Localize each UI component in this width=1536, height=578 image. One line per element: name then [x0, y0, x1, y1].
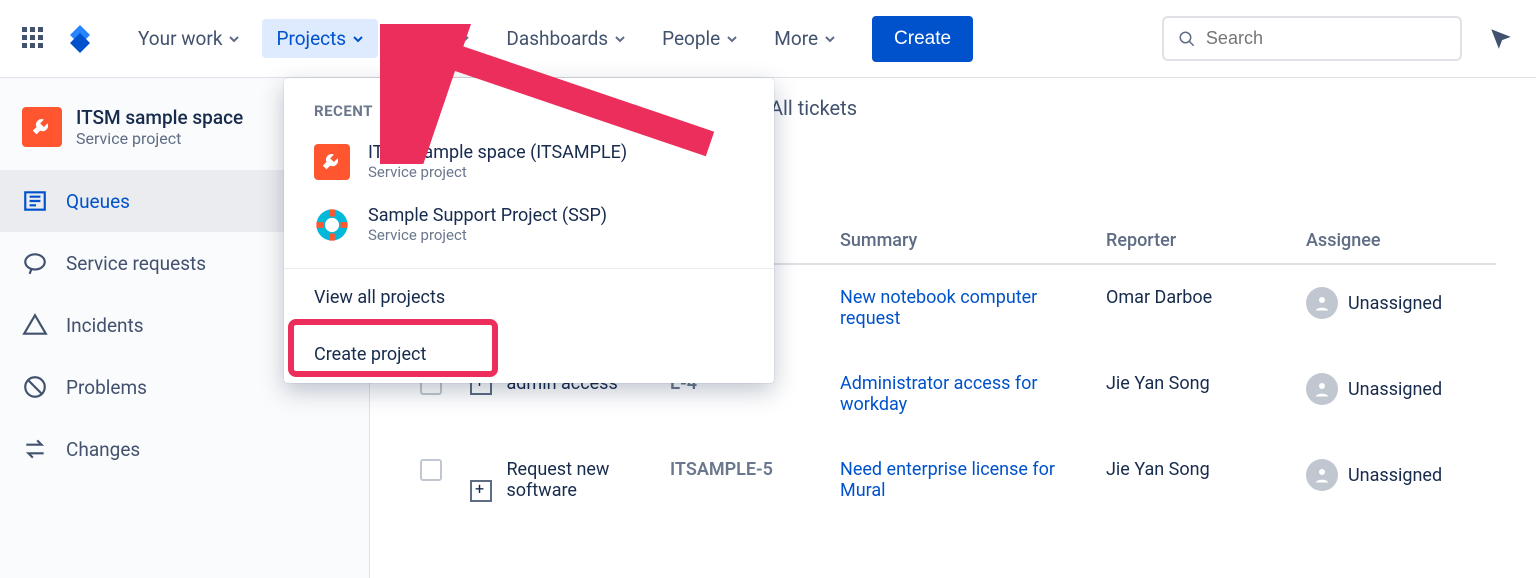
nav-people[interactable]: People [648, 19, 752, 58]
chevron-down-icon [228, 33, 240, 45]
dropdown-item-subtitle: Service project [368, 226, 607, 244]
issue-summary-link[interactable]: New notebook computer request [840, 287, 1080, 329]
nav-filters-label: Filters [400, 27, 452, 50]
swap-icon [22, 436, 48, 462]
chat-icon [22, 250, 48, 276]
chevron-down-icon [614, 33, 626, 45]
issue-type-icon [470, 480, 492, 502]
queues-icon [22, 188, 48, 214]
dropdown-view-all-projects[interactable]: View all projects [284, 269, 774, 326]
reporter-cell: Jie Yan Song [1096, 437, 1296, 524]
assignee-text: Unassigned [1348, 293, 1442, 314]
chevron-down-icon [824, 33, 836, 45]
reporter-cell: Jie Yan Song [1096, 351, 1296, 437]
search-input[interactable] [1206, 28, 1446, 49]
row-checkbox[interactable] [420, 459, 442, 481]
top-nav: Your work Projects Filters Dashboards Pe… [0, 0, 1536, 78]
dropdown-recent-item-ssp[interactable]: Sample Support Project (SSP) Service pro… [284, 193, 774, 256]
nav-more[interactable]: More [760, 19, 850, 58]
reporter-cell: Omar Darboe [1096, 264, 1296, 351]
sidebar-item-label: Changes [66, 438, 140, 461]
sidebar-item-label: Service requests [66, 252, 206, 275]
unassigned-avatar-icon [1306, 287, 1338, 319]
chevron-down-icon [726, 33, 738, 45]
nav-your-work-label: Your work [138, 27, 222, 50]
unassigned-avatar-icon [1306, 459, 1338, 491]
issue-summary-link[interactable]: Need enterprise license for Mural [840, 459, 1080, 501]
jira-logo-icon[interactable] [64, 23, 96, 55]
projects-dropdown: RECENT ITSM sample space (ITSAMPLE) Serv… [284, 78, 774, 383]
sidebar-item-label: Queues [66, 190, 130, 213]
nav-people-label: People [662, 27, 720, 50]
nav-filters[interactable]: Filters [386, 19, 484, 58]
project-avatar [314, 144, 350, 180]
lifebuoy-icon [315, 208, 349, 242]
nav-more-label: More [774, 27, 818, 50]
col-summary: Summary [830, 218, 1096, 264]
prohibited-icon [22, 374, 48, 400]
wrench-icon [321, 151, 343, 173]
issue-summary-link[interactable]: Administrator access for workday [840, 373, 1080, 415]
chevron-down-icon [352, 33, 364, 45]
dropdown-section-recent: RECENT [284, 78, 774, 130]
search-icon [1178, 29, 1196, 49]
sidebar-item-changes[interactable]: Changes [0, 418, 369, 480]
table-row[interactable]: Request new software ITSAMPLE-5 Need ent… [410, 437, 1496, 524]
chevron-down-icon [458, 33, 470, 45]
dropdown-recent-item-itsample[interactable]: ITSM sample space (ITSAMPLE) Service pro… [284, 130, 774, 193]
dropdown-item-subtitle: Service project [368, 163, 627, 181]
nav-dashboards[interactable]: Dashboards [492, 19, 640, 58]
issue-type-text: Request new software [506, 459, 646, 501]
col-reporter: Reporter [1096, 218, 1296, 264]
assignee-text: Unassigned [1348, 465, 1442, 486]
dropdown-item-title: Sample Support Project (SSP) [368, 205, 607, 226]
app-switcher-icon[interactable] [22, 27, 46, 51]
nav-projects[interactable]: Projects [262, 19, 378, 58]
nav-dashboards-label: Dashboards [506, 27, 608, 50]
issue-key[interactable]: ITSAMPLE-5 [660, 437, 830, 524]
project-type: Service project [76, 129, 243, 148]
dropdown-create-project[interactable]: Create project [284, 326, 774, 383]
unassigned-avatar-icon [1306, 373, 1338, 405]
sidebar-item-label: Incidents [66, 314, 144, 337]
wrench-icon [31, 116, 53, 138]
nav-your-work[interactable]: Your work [124, 19, 254, 58]
project-name: ITSM sample space [76, 106, 243, 129]
assignee-text: Unassigned [1348, 379, 1442, 400]
dropdown-item-title: ITSM sample space (ITSAMPLE) [368, 142, 627, 163]
search-box[interactable] [1162, 16, 1462, 61]
triangle-icon [22, 312, 48, 338]
sidebar-item-label: Problems [66, 376, 147, 399]
project-avatar [22, 107, 62, 147]
col-assignee: Assignee [1296, 218, 1496, 264]
project-avatar [314, 207, 350, 243]
notification-icon[interactable] [1488, 26, 1514, 52]
nav-projects-label: Projects [276, 27, 346, 50]
breadcrumb-tail: All tickets [770, 96, 857, 120]
create-button[interactable]: Create [872, 16, 973, 62]
